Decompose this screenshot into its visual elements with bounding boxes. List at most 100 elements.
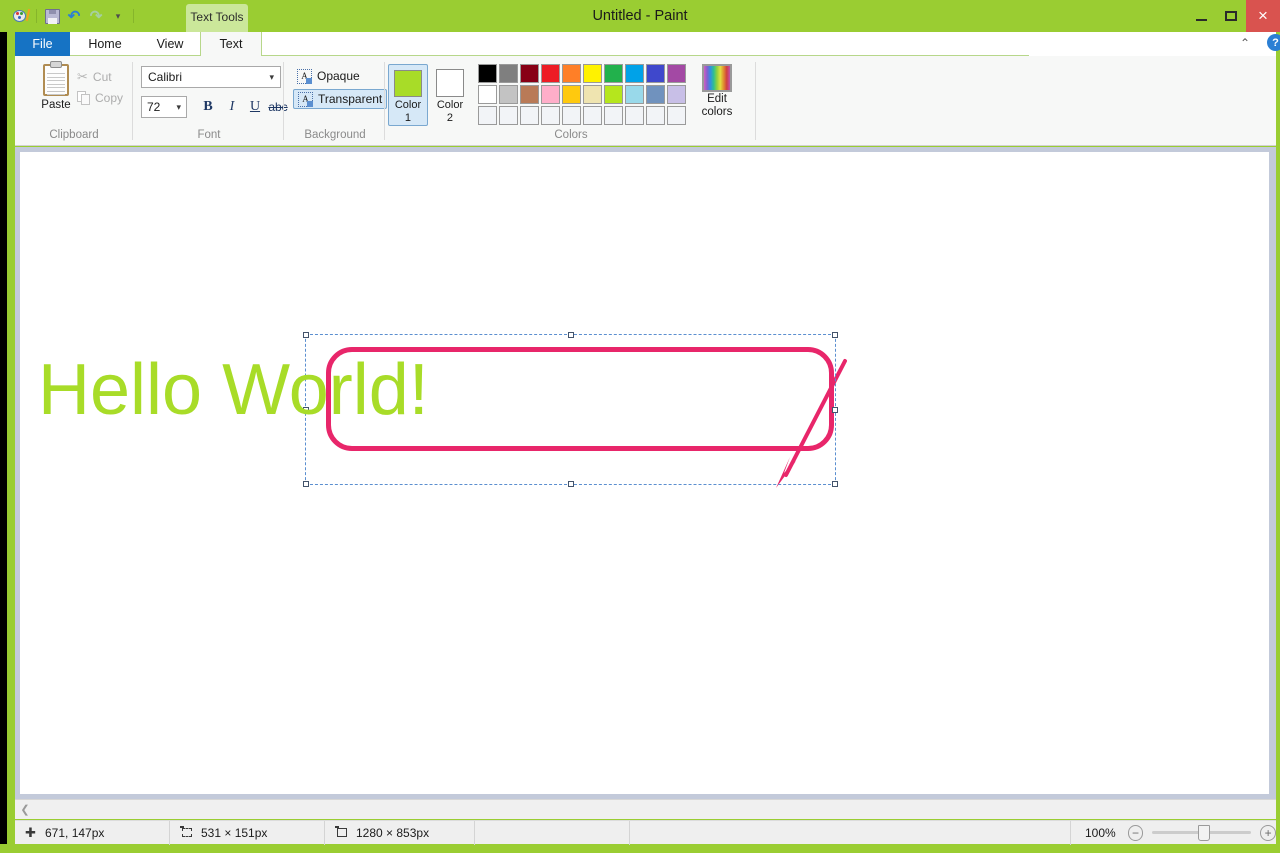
group-separator (283, 62, 284, 140)
italic-button[interactable]: I (221, 96, 243, 118)
palette-swatch-r1-c2[interactable] (499, 64, 518, 83)
palette-swatch-r1-c3[interactable] (520, 64, 539, 83)
crosshair-icon: ✚ (25, 825, 36, 840)
maximize-button[interactable] (1216, 0, 1246, 32)
transparent-button[interactable]: A Transparent (293, 89, 388, 109)
color-2-swatch (436, 69, 464, 97)
collapse-ribbon-icon[interactable]: ⌃ (1240, 36, 1250, 50)
palette-swatch-r1-c1[interactable] (478, 64, 497, 83)
resize-handle-top-center[interactable] (567, 332, 574, 338)
help-icon[interactable]: ? (1267, 34, 1280, 51)
palette-swatch-r1-c6[interactable] (583, 64, 602, 83)
palette-swatch-r2-c4[interactable] (541, 85, 560, 104)
cut-button[interactable]: ✂ Cut (77, 69, 112, 85)
resize-handle-middle-right[interactable] (832, 406, 838, 413)
resize-handle-bottom-right[interactable] (832, 481, 838, 487)
font-size-dropdown[interactable]: 72 ▾ (141, 96, 187, 118)
palette-swatch-r2-c3[interactable] (520, 85, 539, 104)
transparent-label: Transparent (318, 92, 383, 106)
palette-swatch-r3-c8[interactable] (625, 106, 644, 125)
clipboard-icon (43, 61, 69, 96)
paint-app-icon[interactable] (10, 6, 32, 26)
palette-swatch-r1-c5[interactable] (562, 64, 581, 83)
palette-swatch-r3-c2[interactable] (499, 106, 518, 125)
close-button[interactable]: × (1246, 0, 1280, 32)
tab-home[interactable]: Home (70, 32, 140, 56)
canvas-text[interactable]: Hello World! (38, 344, 558, 436)
edit-colors-button[interactable]: Edit colors (694, 64, 740, 128)
horizontal-scrollbar[interactable]: ❮ (15, 799, 1276, 819)
zoom-slider[interactable] (1152, 824, 1252, 841)
color-1-button[interactable]: Color 1 (388, 64, 428, 126)
palette-swatch-r3-c7[interactable] (604, 106, 623, 125)
redo-icon[interactable]: ↷ (85, 6, 107, 26)
color-1-swatch (394, 70, 422, 97)
palette-swatch-r3-c10[interactable] (667, 106, 686, 125)
palette-swatch-r1-c7[interactable] (604, 64, 623, 83)
palette-swatch-r1-c9[interactable] (646, 64, 665, 83)
scroll-track[interactable] (35, 800, 1276, 820)
palette-swatch-r2-c8[interactable] (625, 85, 644, 104)
color-2-label-line1: Color (436, 99, 464, 111)
tab-file[interactable]: File (15, 32, 70, 56)
group-separator (132, 62, 133, 140)
ribbon-tab-strip: File Home View Text (15, 32, 1276, 56)
bold-button[interactable]: B (197, 96, 219, 118)
palette-swatch-r2-c6[interactable] (583, 85, 602, 104)
undo-icon[interactable]: ↶ (63, 6, 85, 26)
drawing-canvas[interactable]: Hello World! (20, 152, 1269, 794)
underline-button[interactable]: U (244, 96, 266, 118)
palette-swatch-r2-c9[interactable] (646, 85, 665, 104)
resize-handle-bottom-left[interactable] (303, 481, 309, 487)
quick-access-toolbar: ↶ ↷ ▾ (10, 6, 138, 26)
tab-text[interactable]: Text (200, 32, 262, 56)
minimize-button[interactable] (1186, 0, 1216, 32)
resize-handle-top-left[interactable] (303, 332, 309, 338)
font-group-title: Font (197, 129, 221, 141)
palette-swatch-r3-c6[interactable] (583, 106, 602, 125)
opaque-button[interactable]: A Opaque (293, 66, 364, 86)
color-1-label-line1: Color (394, 99, 422, 111)
window-controls: × (1186, 0, 1280, 32)
tab-view[interactable]: View (140, 32, 200, 56)
zoom-out-button[interactable]: − (1127, 824, 1144, 841)
palette-swatch-r3-c3[interactable] (520, 106, 539, 125)
palette-swatch-r3-c1[interactable] (478, 106, 497, 125)
window-frame-left (0, 0, 7, 853)
customize-qat-icon[interactable]: ▾ (107, 6, 129, 26)
palette-swatch-r3-c4[interactable] (541, 106, 560, 125)
scroll-left-icon[interactable]: ❮ (15, 803, 35, 816)
copy-icon (77, 91, 90, 105)
palette-swatch-r2-c1[interactable] (478, 85, 497, 104)
colors-group-title: Colors (554, 129, 588, 141)
paste-label: Paste (41, 99, 71, 111)
palette-swatch-r2-c7[interactable] (604, 85, 623, 104)
resize-handle-top-right[interactable] (832, 332, 838, 338)
group-separator (755, 62, 756, 140)
palette-swatch-r1-c10[interactable] (667, 64, 686, 83)
palette-swatch-r3-c9[interactable] (646, 106, 665, 125)
resize-handle-bottom-center[interactable] (567, 481, 574, 487)
transparent-icon: A (298, 91, 313, 107)
palette-swatch-r2-c2[interactable] (499, 85, 518, 104)
palette-swatch-r2-c5[interactable] (562, 85, 581, 104)
save-icon[interactable] (41, 6, 63, 26)
selection-size-icon (180, 826, 194, 839)
font-family-dropdown[interactable]: Calibri ▾ (141, 66, 281, 88)
color-2-button[interactable]: Color 2 (430, 64, 470, 126)
zoom-in-button[interactable]: + (1260, 824, 1276, 841)
paste-button[interactable]: Paste (35, 61, 77, 126)
zoom-control: 100% − + (1071, 824, 1276, 841)
palette-swatch-r1-c4[interactable] (541, 64, 560, 83)
color-2-label-line2: 2 (446, 112, 454, 124)
zoom-slider-thumb[interactable] (1198, 824, 1211, 841)
ribbon-group-colors: Color 1 Color 2 Edit colors Colors (386, 56, 756, 146)
window-frame-right (1276, 0, 1280, 853)
undo-glyph: ↶ (67, 7, 81, 25)
copy-button[interactable]: Copy (77, 91, 123, 105)
status-image-size: 1280 × 853px (325, 820, 475, 845)
palette-swatch-r2-c10[interactable] (667, 85, 686, 104)
palette-swatch-r1-c8[interactable] (625, 64, 644, 83)
palette-swatch-r3-c5[interactable] (562, 106, 581, 125)
clipboard-group-title: Clipboard (49, 129, 99, 141)
